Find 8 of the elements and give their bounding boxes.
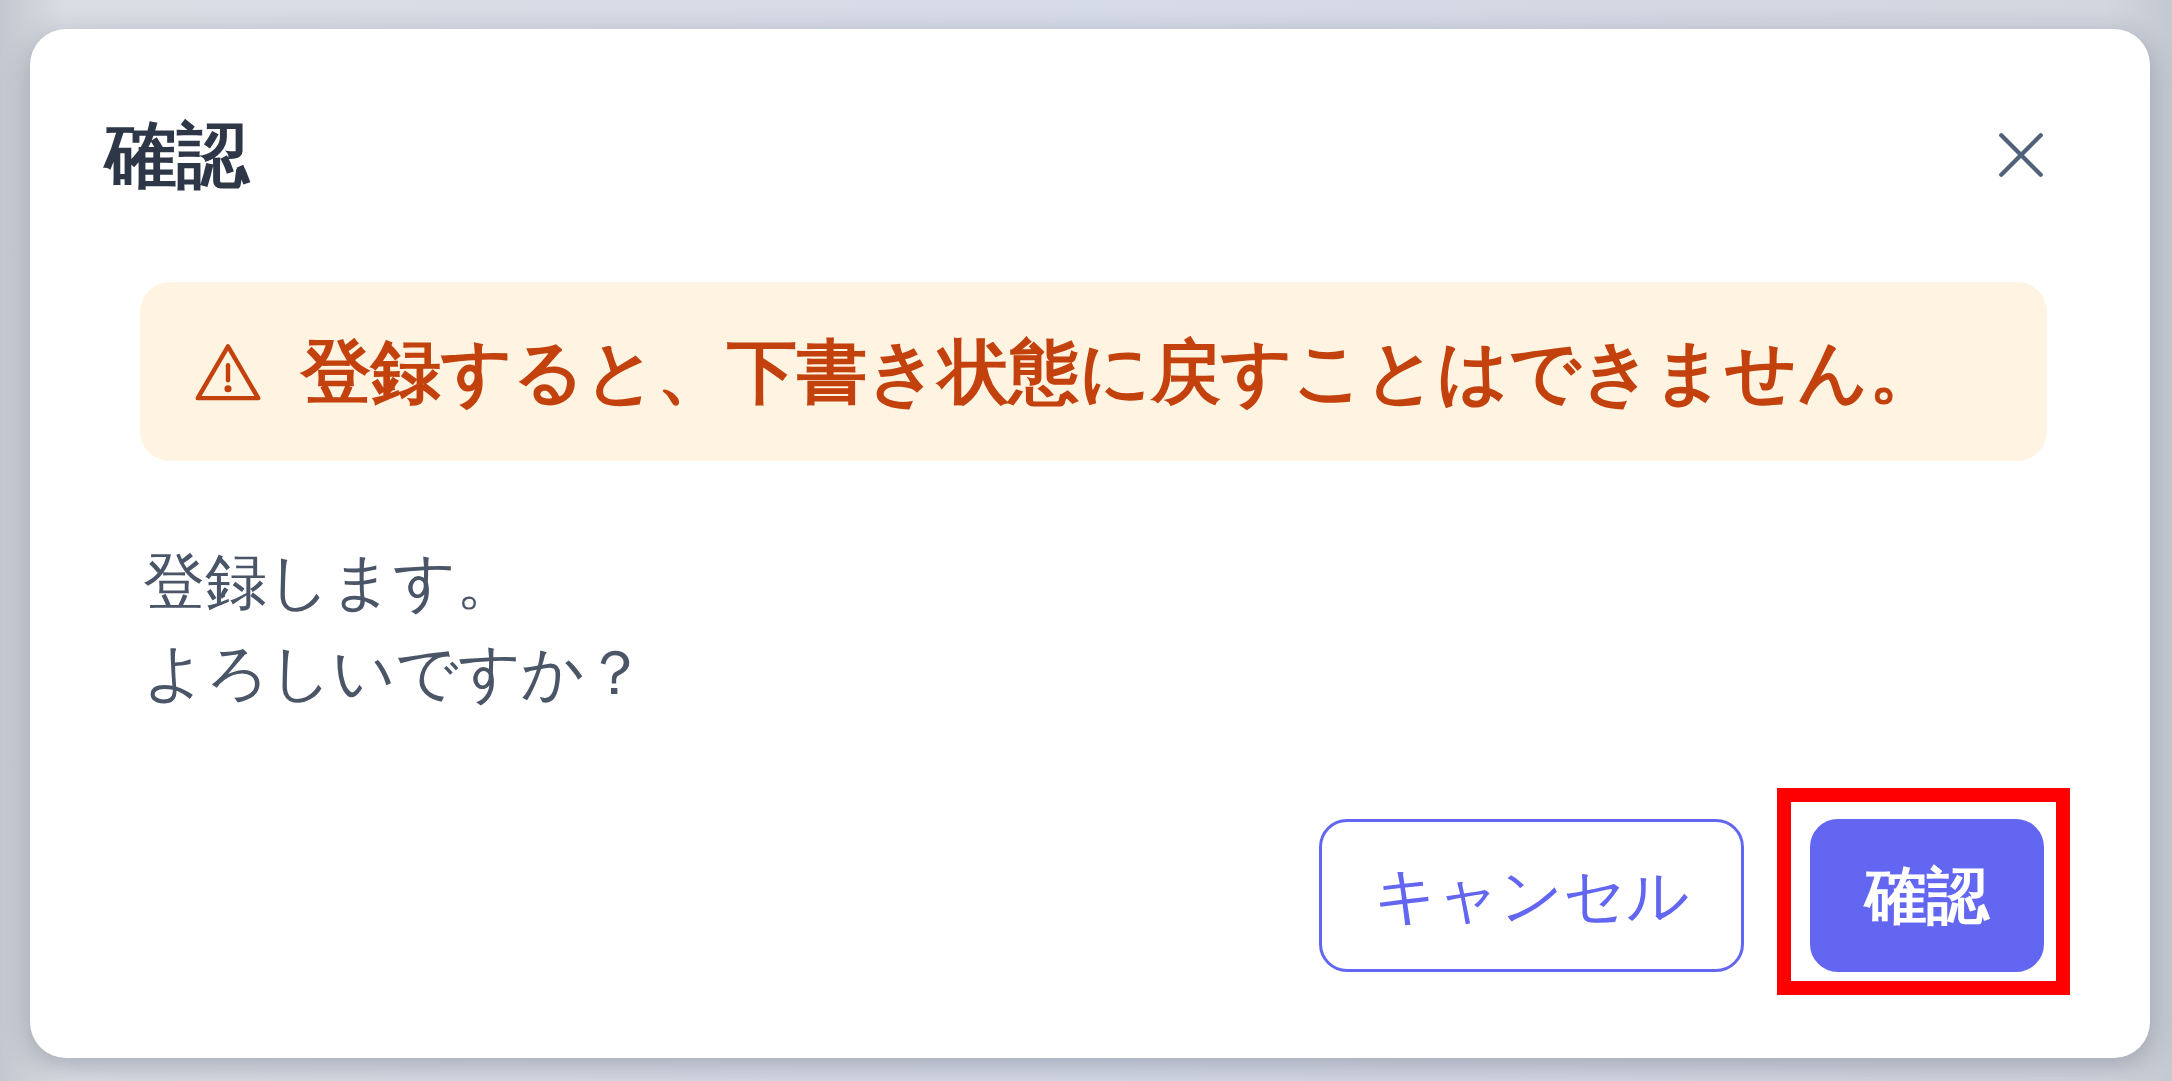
warning-icon xyxy=(195,342,261,401)
close-icon[interactable] xyxy=(1998,132,2044,178)
confirm-button[interactable]: 確認 xyxy=(1810,819,2044,972)
message-text: よろしいですか？ xyxy=(143,635,646,711)
message-text: 登録します。 xyxy=(143,544,518,620)
warning-text: 登録すると、下書き状態に戻すことはできません。 xyxy=(301,329,1939,415)
cancel-button[interactable]: キャンセル xyxy=(1319,819,1744,972)
dialog-title: 確認 xyxy=(105,119,249,191)
